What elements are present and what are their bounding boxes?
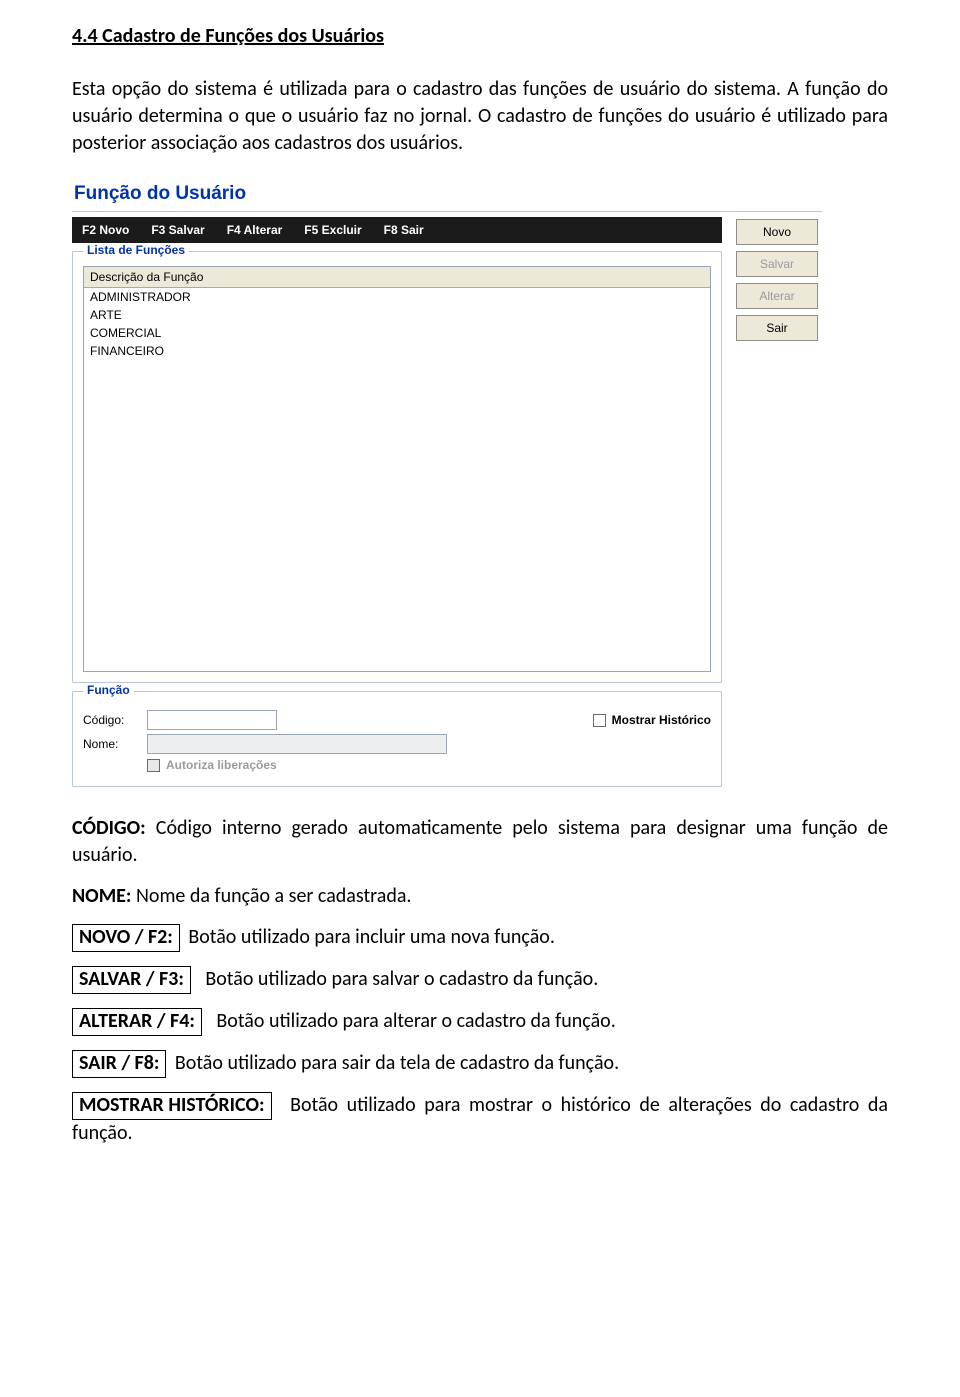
funcao-group: Função Código: Mostrar Histórico Nome: bbox=[72, 691, 722, 787]
intro-paragraph: Esta opção do sistema é utilizada para o… bbox=[72, 76, 888, 157]
funcoes-list-header: Descrição da Função bbox=[84, 267, 710, 288]
right-button-column: Novo Salvar Alterar Sair bbox=[736, 217, 822, 341]
shortcut-f2[interactable]: F2 Novo bbox=[82, 223, 129, 237]
sair-button[interactable]: Sair bbox=[736, 315, 818, 341]
shortcut-toolbar: F2 Novo F3 Salvar F4 Alterar F5 Excluir … bbox=[72, 217, 722, 243]
autoriza-liberacoes-row: Autoriza liberações bbox=[147, 758, 277, 772]
desc-novo-text: Botão utilizado para incluir uma nova fu… bbox=[188, 925, 555, 949]
list-item[interactable]: ARTE bbox=[84, 306, 710, 324]
codigo-label: Código: bbox=[83, 713, 147, 727]
desc-novo-box: NOVO / F2: bbox=[72, 924, 180, 952]
descriptions: CÓDIGO: Código interno gerado automatica… bbox=[72, 815, 888, 1147]
alterar-button[interactable]: Alterar bbox=[736, 283, 818, 309]
section-title: 4.4 Cadastro de Funções dos Usuários bbox=[72, 24, 888, 48]
mostrar-historico-row[interactable]: Mostrar Histórico bbox=[593, 713, 711, 727]
desc-salvar-box: SALVAR / F3: bbox=[72, 966, 191, 994]
list-item[interactable]: ADMINISTRADOR bbox=[84, 288, 710, 306]
shortcut-f8[interactable]: F8 Sair bbox=[384, 223, 424, 237]
shortcut-f4[interactable]: F4 Alterar bbox=[227, 223, 283, 237]
desc-codigo-label: CÓDIGO: bbox=[72, 816, 146, 840]
autoriza-label: Autoriza liberações bbox=[166, 758, 277, 772]
mostrar-historico-label: Mostrar Histórico bbox=[612, 713, 711, 727]
desc-mostrar: MOSTRAR HISTÓRICO: Botão utilizado para … bbox=[72, 1092, 888, 1147]
desc-codigo-text: Código interno gerado automaticamente pe… bbox=[72, 816, 888, 867]
list-item[interactable]: FINANCEIRO bbox=[84, 342, 710, 360]
desc-alterar-text: Botão utilizado para alterar o cadastro … bbox=[216, 1009, 615, 1033]
title-underline bbox=[72, 211, 822, 213]
list-item[interactable]: COMERCIAL bbox=[84, 324, 710, 342]
desc-salvar: SALVAR / F3: Botão utilizado para salvar… bbox=[72, 966, 888, 994]
app-window: Função do Usuário F2 Novo F3 Salvar F4 A… bbox=[72, 181, 822, 787]
shortcut-f3[interactable]: F3 Salvar bbox=[151, 223, 204, 237]
codigo-input[interactable] bbox=[147, 710, 277, 730]
desc-nome: NOME: Nome da função a ser cadastrada. bbox=[72, 883, 888, 910]
autoriza-row: Autoriza liberações bbox=[83, 758, 711, 772]
shortcut-f5[interactable]: F5 Excluir bbox=[304, 223, 361, 237]
app-body: F2 Novo F3 Salvar F4 Alterar F5 Excluir … bbox=[72, 217, 822, 787]
desc-alterar-box: ALTERAR / F4: bbox=[72, 1008, 202, 1036]
desc-codigo: CÓDIGO: Código interno gerado automatica… bbox=[72, 815, 888, 869]
desc-sair-text: Botão utilizado para sair da tela de cad… bbox=[175, 1051, 619, 1075]
app-window-title: Função do Usuário bbox=[72, 181, 822, 211]
nome-label: Nome: bbox=[83, 737, 147, 751]
desc-nome-label: NOME: bbox=[72, 884, 131, 908]
funcoes-list-rows: ADMINISTRADOR ARTE COMERCIAL FINANCEIRO bbox=[84, 288, 710, 360]
left-column: F2 Novo F3 Salvar F4 Alterar F5 Excluir … bbox=[72, 217, 736, 787]
nome-input[interactable] bbox=[147, 734, 447, 754]
desc-alterar: ALTERAR / F4: Botão utilizado para alter… bbox=[72, 1008, 888, 1036]
funcoes-listbox[interactable]: Descrição da Função ADMINISTRADOR ARTE C… bbox=[83, 266, 711, 672]
lista-funcoes-group: Lista de Funções Descrição da Função ADM… bbox=[72, 251, 722, 683]
desc-novo: NOVO / F2: Botão utilizado para incluir … bbox=[72, 924, 888, 952]
checkbox-icon bbox=[147, 759, 160, 772]
nome-row: Nome: bbox=[83, 734, 711, 754]
codigo-row: Código: Mostrar Histórico bbox=[83, 710, 711, 730]
desc-sair-box: SAIR / F8: bbox=[72, 1050, 166, 1078]
desc-nome-text: Nome da função a ser cadastrada. bbox=[136, 884, 411, 908]
desc-salvar-text: Botão utilizado para salvar o cadastro d… bbox=[205, 967, 598, 991]
desc-sair: SAIR / F8: Botão utilizado para sair da … bbox=[72, 1050, 888, 1078]
novo-button[interactable]: Novo bbox=[736, 219, 818, 245]
lista-funcoes-legend: Lista de Funções bbox=[83, 243, 189, 257]
salvar-button[interactable]: Salvar bbox=[736, 251, 818, 277]
desc-mostrar-box: MOSTRAR HISTÓRICO: bbox=[72, 1092, 272, 1120]
checkbox-icon[interactable] bbox=[593, 714, 606, 727]
funcao-legend: Função bbox=[83, 683, 134, 697]
